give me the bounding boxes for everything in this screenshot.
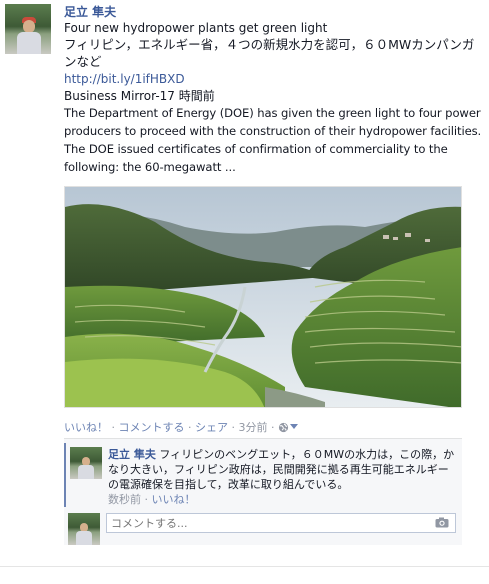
share-link[interactable]: シェア xyxy=(195,421,228,434)
comment-time[interactable]: 数秒前 xyxy=(108,493,141,506)
comment-like-link[interactable]: いいね！ xyxy=(152,493,196,506)
post-link[interactable]: http://bit.ly/1ifHBXD xyxy=(64,71,482,87)
comment-item: 足立 隼夫 フィリピンのベングエット，６０MWの水力は，この際，かなり大きい，フ… xyxy=(64,443,464,507)
post-author[interactable]: 足立 隼夫 xyxy=(64,4,482,20)
reply-field[interactable] xyxy=(106,513,456,533)
globe-icon[interactable] xyxy=(278,422,289,437)
post-description: The Department of Energy (DOE) has given… xyxy=(64,106,482,174)
comment-meta: 数秒前 · いいね！ xyxy=(108,493,196,506)
comment-author[interactable]: 足立 隼夫 xyxy=(108,448,156,461)
comment-link[interactable]: コメントする xyxy=(119,421,185,434)
post-source: Business Mirror-17 時間前 xyxy=(64,89,215,103)
comment-body: 足立 隼夫 フィリピンのベングエット，６０MWの水力は，この際，かなり大きい，フ… xyxy=(108,447,458,507)
comments-box: 足立 隼夫 フィリピンのベングエット，６０MWの水力は，この際，かなり大きい，フ… xyxy=(64,438,462,545)
comment-avatar[interactable] xyxy=(70,447,102,479)
camera-icon[interactable] xyxy=(435,517,449,528)
comment-input[interactable] xyxy=(107,514,411,532)
post-actions: いいね！ · コメントする · シェア · 3分前 · xyxy=(64,420,298,437)
divider xyxy=(0,566,489,567)
post-photo[interactable] xyxy=(64,186,462,408)
chevron-down-icon[interactable] xyxy=(290,420,298,434)
rice-terraces-photo xyxy=(65,187,461,407)
comment-text: フィリピンのベングエット，６０MWの水力は，この際，かなり大きい，フィリピン政府… xyxy=(108,448,455,491)
post-jp-summary: フィリピン，エネルギー省，４つの新規水力を認可，６０MWカンパンガンなど xyxy=(64,37,475,69)
post-title: Four new hydropower plants get green lig… xyxy=(64,21,328,35)
reply-avatar xyxy=(68,513,100,545)
post-time[interactable]: 3分前 xyxy=(239,421,268,434)
author-avatar[interactable] xyxy=(5,4,51,54)
post: 足立 隼夫 Four new hydropower plants get gre… xyxy=(64,4,482,176)
like-link[interactable]: いいね！ xyxy=(64,421,108,434)
